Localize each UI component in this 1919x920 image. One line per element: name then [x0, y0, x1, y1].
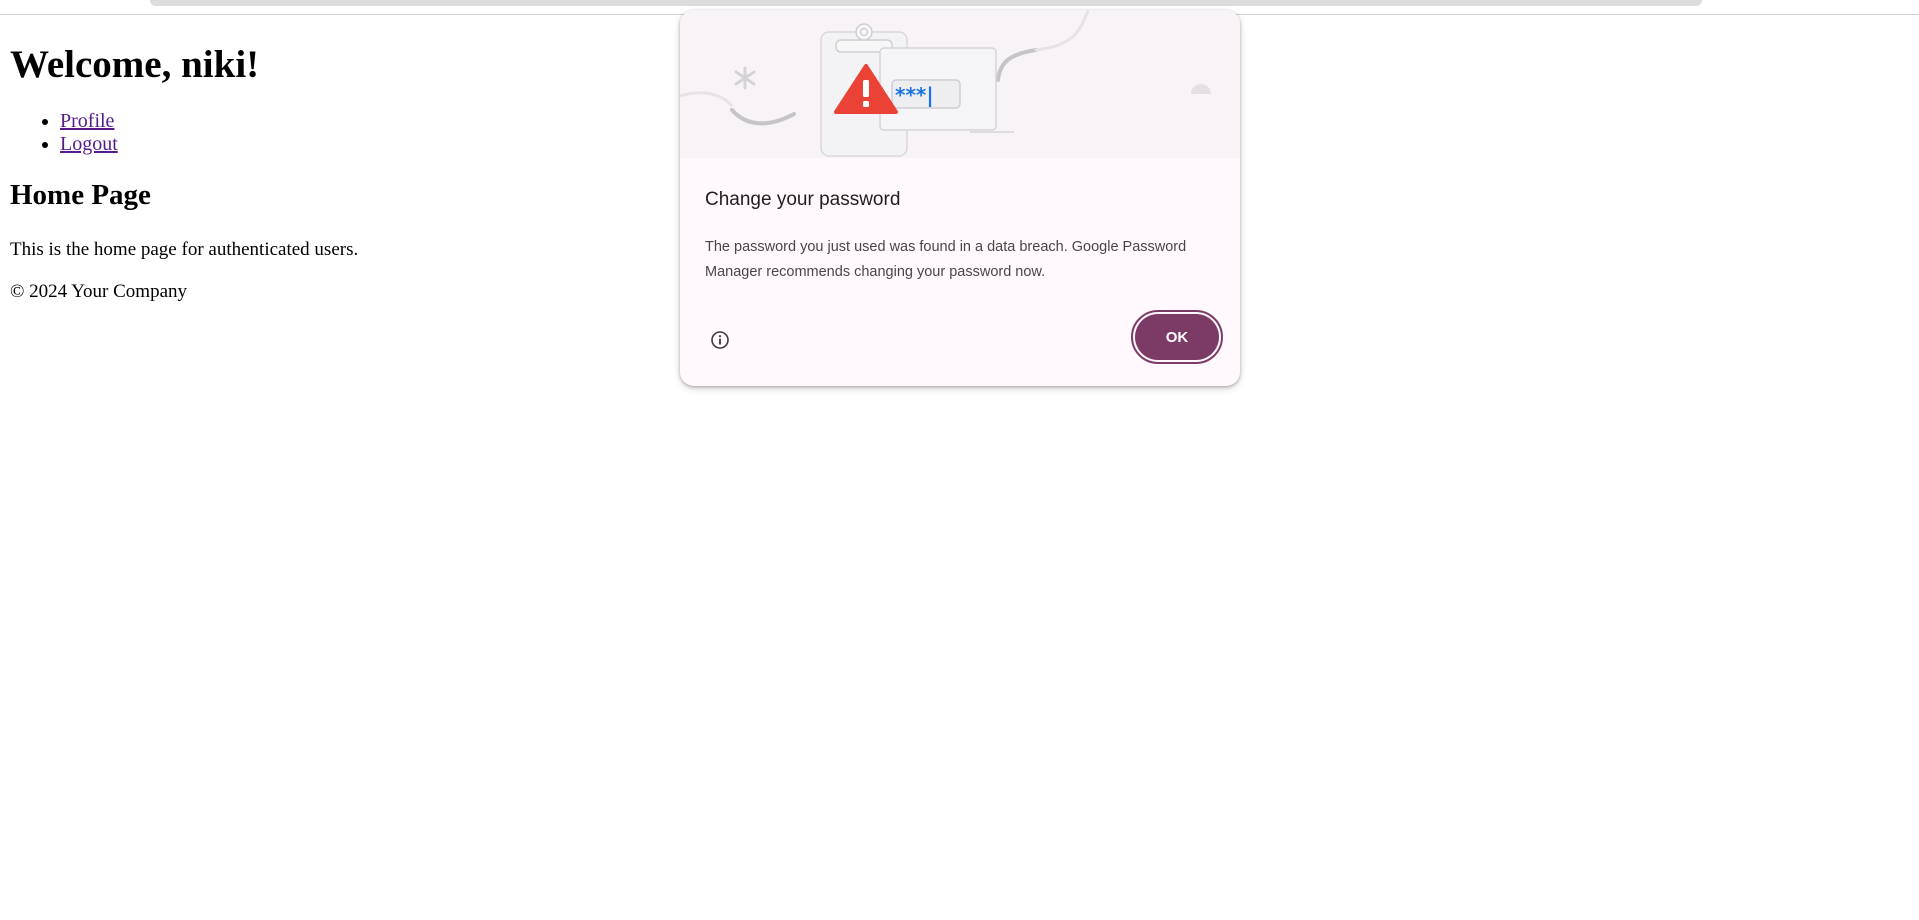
password-breach-dialog: ***| Change your password The password y… [680, 10, 1240, 386]
profile-link[interactable]: Profile [60, 110, 114, 132]
info-button[interactable] [708, 328, 732, 352]
info-circle-icon [711, 331, 729, 349]
nav-item-profile: Profile [60, 110, 650, 133]
page-content: Welcome, niki! Profile Logout Home Page … [10, 16, 650, 304]
section-title: Home Page [10, 178, 151, 211]
welcome-heading: Welcome, niki! [10, 43, 260, 86]
nav-list: Profile Logout [10, 110, 650, 156]
browser-scrollbar-remnant [150, 0, 1702, 6]
intro-text: This is the home page for authenticated … [10, 238, 359, 260]
ok-button-label: OK [1135, 314, 1219, 360]
nav-item-logout: Logout [60, 133, 650, 156]
breach-illustration: ***| [680, 10, 1211, 157]
dialog-title: Change your password [705, 189, 901, 210]
password-field-icon: ***| [879, 47, 1014, 133]
dialog-body: The password you just used was found in … [705, 239, 1187, 280]
logout-link[interactable]: Logout [60, 133, 118, 155]
sparkle-icon [734, 66, 756, 90]
dialog-illustration: ***| [680, 10, 1240, 158]
svg-text:***|: ***| [895, 83, 934, 107]
ok-button[interactable]: OK [1131, 310, 1223, 364]
footer-text: © 2024 Your Company [10, 281, 188, 303]
